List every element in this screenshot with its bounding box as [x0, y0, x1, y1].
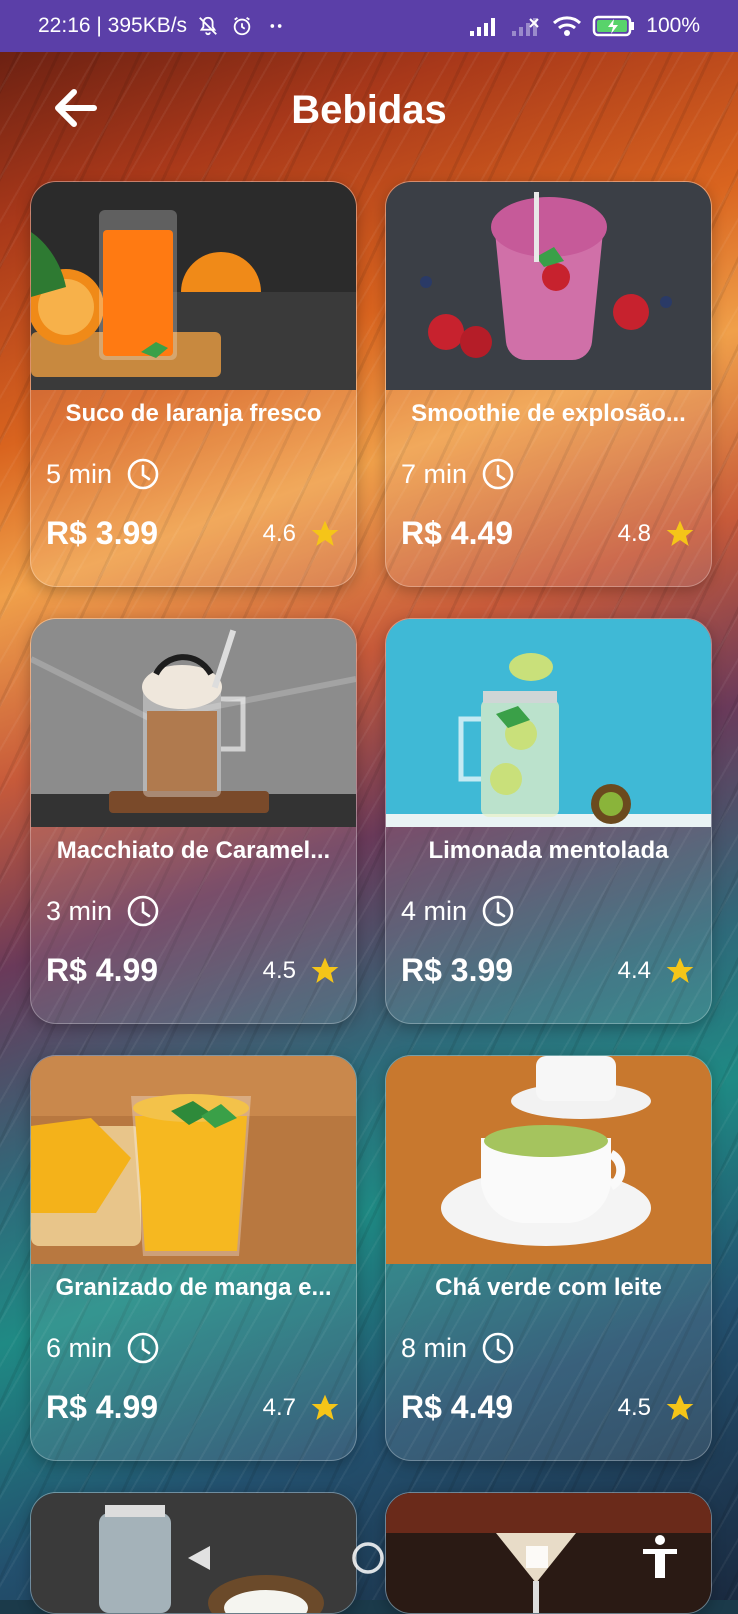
product-image	[386, 1056, 711, 1264]
rating-value: 4.5	[617, 1394, 651, 1421]
star-icon	[311, 520, 339, 546]
notifications-off-icon	[199, 16, 217, 36]
product-name: Suco de laranja fresco	[65, 400, 322, 427]
product-image	[386, 182, 711, 390]
prep-time: 5 min	[46, 457, 160, 491]
rating-value: 4.4	[617, 957, 651, 984]
prep-time: 3 min	[46, 894, 160, 928]
accessibility-icon[interactable]	[640, 1534, 680, 1580]
navigation-bar	[0, 1518, 738, 1600]
status-time-speed: 22:16 | 395KB/s	[38, 14, 188, 37]
product-price: R$ 4.99	[46, 1389, 159, 1425]
prep-time-label: 6 min	[46, 1332, 113, 1363]
prep-time-label: 5 min	[46, 458, 113, 489]
prep-time-label: 4 min	[401, 895, 468, 926]
product-price: R$ 3.99	[46, 515, 159, 551]
rating-value: 4.7	[262, 1394, 296, 1421]
prep-time-label: 7 min	[401, 458, 468, 489]
battery-percent: 100%	[646, 14, 700, 37]
star-icon	[666, 957, 694, 983]
product-name: Limonada mentolada	[428, 837, 669, 864]
alarm-icon	[233, 16, 251, 36]
product-price: R$ 4.99	[46, 952, 159, 988]
more-notifications-icon	[270, 24, 282, 28]
rating-value: 4.5	[262, 957, 296, 984]
prep-time-label: 3 min	[46, 895, 113, 926]
product-card[interactable]: Suco de laranja fresco 5 min R$ 3.99 4.6	[30, 181, 357, 587]
product-card[interactable]: Granizado de manga e... 6 min R$ 4.99 4.…	[30, 1055, 357, 1461]
clock-icon	[482, 1332, 514, 1364]
product-rating: 4.5	[263, 955, 342, 987]
rating-value: 4.6	[262, 520, 296, 547]
product-card[interactable]: Macchiato de Caramel... 3 min R$ 4.99 4.…	[30, 618, 357, 1024]
wifi-icon	[553, 16, 582, 36]
battery-charging-icon	[593, 15, 635, 37]
app-bar: Bebidas	[0, 52, 738, 162]
signal-icon	[470, 18, 496, 36]
product-name: Chá verde com leite	[435, 1274, 662, 1301]
prep-time: 8 min	[401, 1331, 515, 1365]
product-rating: 4.7	[263, 1392, 342, 1424]
page-title: Bebidas	[291, 88, 447, 132]
star-icon	[311, 1394, 339, 1420]
rating-value: 4.8	[617, 520, 651, 547]
product-name: Macchiato de Caramel...	[56, 837, 331, 864]
product-price: R$ 3.99	[401, 952, 514, 988]
clock-icon	[127, 458, 159, 490]
nav-back-icon[interactable]	[184, 1542, 214, 1574]
prep-time: 4 min	[401, 894, 515, 928]
signal-no-service-icon	[512, 18, 539, 36]
clock-icon	[127, 1332, 159, 1364]
star-icon	[311, 957, 339, 983]
product-price: R$ 4.49	[401, 1389, 514, 1425]
nav-home-icon[interactable]	[350, 1540, 386, 1576]
nav-recents-icon[interactable]	[522, 1542, 552, 1572]
product-card[interactable]: Smoothie de explosão... 7 min R$ 4.49 4.…	[385, 181, 712, 587]
product-card[interactable]: Chá verde com leite 8 min R$ 4.49 4.5	[385, 1055, 712, 1461]
product-image	[31, 182, 356, 390]
clock-icon	[482, 458, 514, 490]
prep-time: 6 min	[46, 1331, 160, 1365]
prep-time: 7 min	[401, 457, 515, 491]
product-image	[31, 1056, 356, 1264]
star-icon	[666, 520, 694, 546]
product-image	[386, 619, 711, 827]
product-rating: 4.6	[263, 518, 342, 550]
status-bar: 22:16 | 395KB/s 100%	[0, 0, 738, 52]
product-rating: 4.4	[618, 955, 697, 987]
clock-icon	[127, 895, 159, 927]
product-name: Granizado de manga e...	[55, 1274, 332, 1301]
product-rating: 4.8	[618, 518, 697, 550]
prep-time-label: 8 min	[401, 1332, 468, 1363]
product-name: Smoothie de explosão...	[411, 400, 686, 427]
clock-icon	[482, 895, 514, 927]
product-price: R$ 4.49	[401, 515, 514, 551]
product-image	[31, 619, 356, 827]
product-card[interactable]: Limonada mentolada 4 min R$ 3.99 4.4	[385, 618, 712, 1024]
star-icon	[666, 1394, 694, 1420]
product-rating: 4.5	[618, 1392, 697, 1424]
